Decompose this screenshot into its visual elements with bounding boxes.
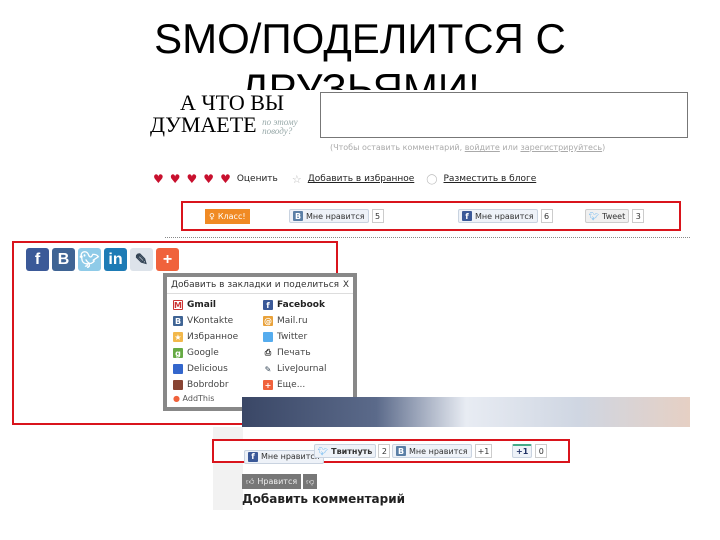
heart-icon[interactable]: ♥ [170,172,181,186]
livejournal-icon: ✎ [264,364,272,374]
bottom-share-highlight: f Мне нравится 🐦︎ Твитнуть 2 B Мне нравится +… [212,439,570,464]
share-favorites[interactable]: ★ Избранное [173,329,263,345]
share-gmail[interactable]: M Gmail [173,297,263,313]
rating-row: ♥ ♥ ♥ ♥ ♥ Оценить ☆ Добавить в избранное ◯ Р… [153,172,537,186]
login-link[interactable]: войдите [465,143,500,152]
speech-bubble-icon: ◯ [426,173,438,185]
vk-icon: B [173,316,183,326]
share-icon-bar: f B 🐦︎ in ✎ + [26,248,179,271]
twitter-icon [263,332,273,342]
vk-like-button[interactable]: B Мне нравится [289,209,369,223]
share-delicious[interactable]: Delicious [173,361,263,377]
star-icon: ★ [173,332,183,342]
bobrdobr-icon [173,380,183,390]
tweet-button[interactable]: 🐦︎ Твитнуть [314,444,377,458]
mailru-icon: @ [263,316,273,326]
add-comment-heading: Добавить комментарий [242,492,406,506]
delicious-icon [173,364,183,374]
heart-icon[interactable]: ♥ [153,172,164,186]
heart-icon[interactable]: ♥ [187,172,198,186]
facebook-icon[interactable]: f [26,248,49,271]
tweet-button[interactable]: 🐦︎ Tweet [585,209,630,223]
google-icon: g [173,348,183,358]
like-dislike: 👍︎ Нравится 👎︎ [242,474,318,489]
gplus-button[interactable]: +1 [512,444,533,458]
twitter-icon[interactable]: 🐦︎ [78,248,101,271]
heart-icon[interactable]: ♥ [203,172,214,186]
like-button[interactable]: 👍︎ Нравится [242,474,302,489]
ok-class-button[interactable]: ♀ Класс! [205,209,250,224]
comment-textarea[interactable] [320,92,688,138]
more-icon[interactable]: + [156,248,179,271]
share-more[interactable]: + Еще... [263,377,327,393]
share-google[interactable]: g Google [173,345,263,361]
linkedin-icon[interactable]: in [104,248,127,271]
share-buttons-highlight: ♀ Класс! B Мне нравится 5 f Мне нравится 6 🐦︎… [181,201,681,231]
share-mailru[interactable]: @ Mail.ru [263,313,327,329]
odnoklassniki-icon: ♀ [209,212,215,221]
vk-like-count: +1 [474,444,493,458]
printer-icon: ⎙ [264,348,272,357]
gmail-icon: M [173,300,183,310]
comment-heading: А ЧТО ВЫ ДУМАЕТЕ по этому поводу? [150,90,298,137]
vk-like-count: 5 [371,209,384,223]
tweet-count: 3 [632,209,645,223]
twitter-icon: 🐦︎ [318,446,329,456]
livejournal-icon[interactable]: ✎ [130,248,153,271]
share-vkontakte[interactable]: B VKontakte [173,313,263,329]
tweet-count: 2 [378,444,391,458]
comment-hint: (Чтобы оставить комментарий, войдите или… [330,143,606,152]
vkontakte-icon[interactable]: B [52,248,75,271]
comment-section-screenshot: А ЧТО ВЫ ДУМАЕТЕ по этому поводу? (Чтобы … [145,90,693,240]
more-icon: + [263,380,273,390]
share-livejournal[interactable]: ✎ LiveJournal [263,361,327,377]
facebook-icon: f [263,300,273,310]
divider [165,237,690,238]
facebook-icon: f [462,211,472,221]
fb-like-button[interactable]: f Мне нравится [458,209,538,223]
register-link[interactable]: зарегистрируйтесь [520,143,602,152]
twitter-icon: 🐦︎ [589,211,600,221]
favorite-link[interactable]: Добавить в избранное [308,174,415,184]
close-button[interactable]: X [343,280,349,290]
thumbs-down-icon[interactable]: 👎︎ [303,474,318,489]
vk-like-button[interactable]: B Мне нравится [392,444,472,458]
share-twitter[interactable]: Twitter [263,329,327,345]
gplus-count: 0 [535,444,548,458]
share-bobrdobr[interactable]: Bobrdobr [173,377,263,393]
thumbs-up-icon: 👍︎ [246,476,255,486]
star-icon: ☆ [291,172,302,186]
share-print[interactable]: ⎙ Печать [263,345,327,361]
facebook-icon: f [248,451,258,462]
heart-icon[interactable]: ♥ [220,172,231,186]
fb-like-button[interactable]: f Мне нравится [244,449,324,464]
addthis-popup: Добавить в закладки и поделиться X M Gmai… [163,273,357,411]
vk-icon: B [293,211,303,221]
share-facebook[interactable]: f Facebook [263,297,327,313]
vk-icon: B [396,446,406,456]
blog-link[interactable]: Разместить в блоге [444,174,537,184]
fb-like-count: 6 [540,209,553,223]
video-thumbnail [242,397,690,427]
